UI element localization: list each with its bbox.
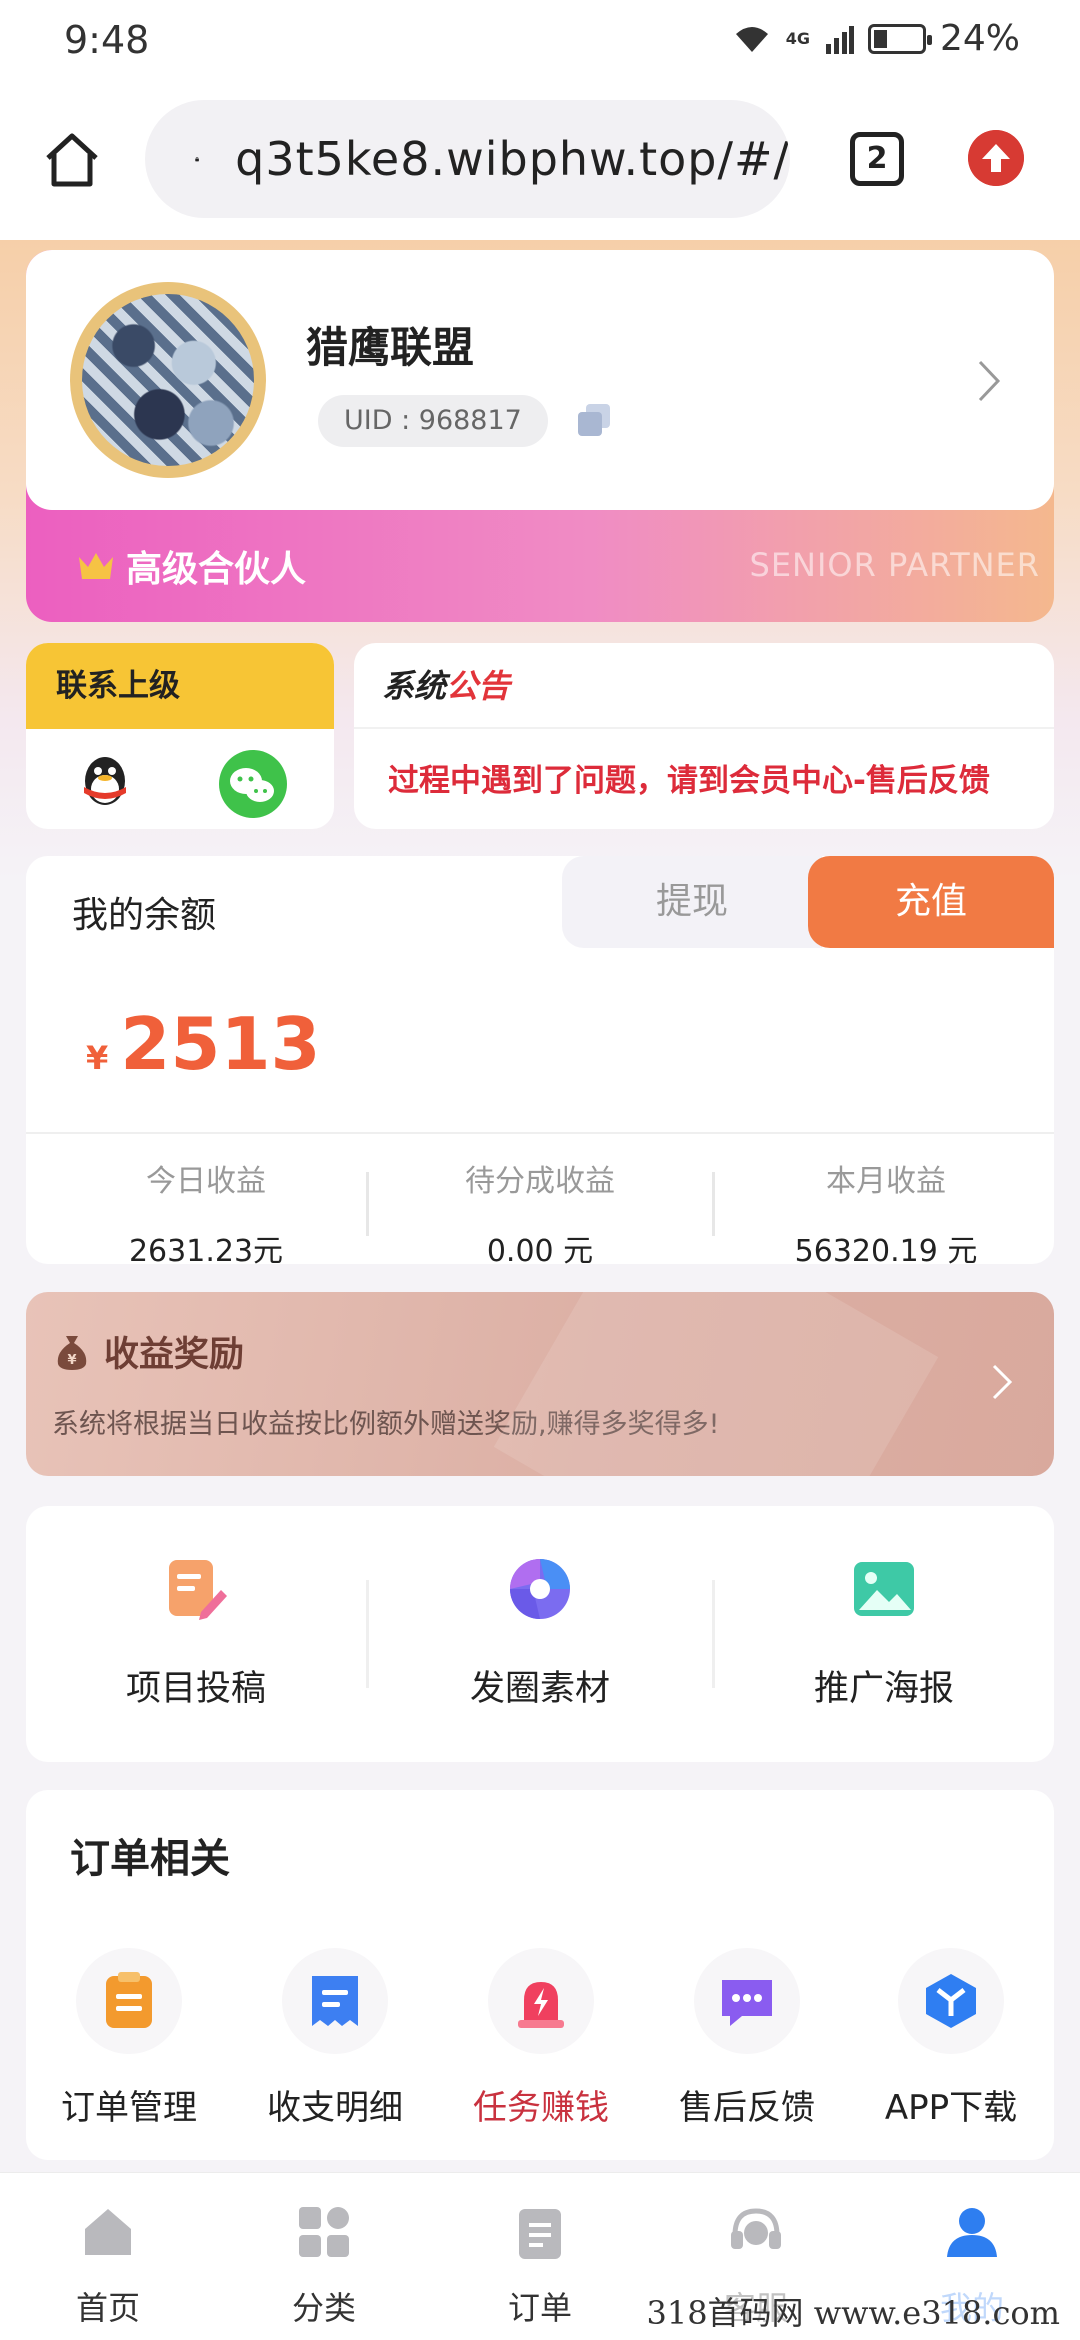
nav-orders[interactable]: 订单: [432, 2203, 648, 2329]
stat-label: 今日收益: [146, 1164, 266, 1199]
chevron-right-icon[interactable]: [990, 1362, 1014, 1402]
nav-home[interactable]: 首页: [0, 2203, 216, 2329]
nav-label: 首页: [75, 2289, 140, 2327]
nav-category[interactable]: 分类: [216, 2203, 432, 2329]
headset-icon: [731, 2208, 781, 2249]
home-icon: [85, 2209, 131, 2255]
browser-toolbar: q3t5ke8.wibphw.top/#/ 2: [0, 80, 1080, 240]
after-sales-feedback[interactable]: 售后反馈: [644, 1948, 850, 2129]
order-management[interactable]: 订单管理: [26, 1948, 232, 2129]
chevron-right-icon[interactable]: [974, 358, 1004, 404]
balance-card: 我的余额 提现 充值 ¥ 2513 今日收益 2631.23元 待分成收益 0.…: [26, 856, 1054, 1264]
stat-pending: 待分成收益 0.00 元: [380, 1156, 700, 1264]
nav-label: 分类: [291, 2289, 356, 2327]
aperture-icon: [510, 1559, 570, 1619]
reward-banner[interactable]: ¥ 收益奖励 系统将根据当日收益按比例额外赠送奖励,赚得多奖得多!: [26, 1292, 1054, 1476]
browser-home-icon[interactable]: [40, 128, 104, 192]
order-item-label: APP下载: [884, 2088, 1018, 2128]
address-bar[interactable]: q3t5ke8.wibphw.top/#/: [145, 100, 790, 218]
stat-value: 2631.23元: [128, 1234, 284, 1264]
order-item-label: 任务赚钱: [473, 2088, 609, 2128]
stat-value: 0.00 元: [486, 1234, 594, 1264]
system-notice-card[interactable]: 系统公告 过程中遇到了问题，请到会员中心-售后反馈: [354, 643, 1054, 829]
order-item-label: 订单管理: [61, 2088, 197, 2128]
status-bar: 9:48 4G 24%: [0, 0, 1080, 80]
grid-icon: [299, 2207, 349, 2257]
status-time: 9:48: [64, 18, 150, 62]
task-earn-money[interactable]: 任务赚钱: [438, 1948, 644, 2129]
money-bag-icon: ¥: [57, 1335, 87, 1370]
image-icon: [854, 1562, 914, 1616]
tool-label: 发圈素材: [469, 1669, 610, 1709]
currency-symbol: ¥: [86, 1039, 109, 1077]
contact-title: 联系上级: [26, 643, 334, 729]
tool-moments-material[interactable]: 发圈素材: [370, 1556, 710, 1711]
rank-english: SENIOR PARTNER: [749, 546, 1040, 584]
bottom-navigation: 首页 分类 订单 客服 我的 318首码网 www.e318.com: [0, 2172, 1080, 2340]
edit-doc-icon: [169, 1560, 227, 1620]
order-item-label: 售后反馈: [679, 2088, 815, 2128]
tool-promo-poster[interactable]: 推广海报: [714, 1556, 1054, 1711]
tool-label: 项目投稿: [125, 1669, 266, 1709]
user-icon: [947, 2208, 997, 2257]
profile-card[interactable]: 猎鹰联盟 UID : 968817: [26, 250, 1054, 510]
wechat-icon[interactable]: [218, 749, 288, 819]
notice-marquee: 过程中遇到了问题，请到会员中心-售后反馈: [388, 763, 990, 799]
qq-icon[interactable]: [70, 747, 140, 817]
divider: [366, 1580, 369, 1688]
url-text: q3t5ke8.wibphw.top/#/: [235, 132, 790, 186]
partner-rank: 高级合伙人: [76, 540, 306, 592]
app-box-icon: [926, 1974, 976, 2028]
balance-title: 我的余额: [72, 895, 217, 936]
balance-value: 2513: [120, 1002, 321, 1086]
uid-badge: UID : 968817: [318, 395, 548, 447]
svg-text:¥: ¥: [67, 1353, 76, 1368]
orders-title: 订单相关: [70, 1836, 230, 1882]
battery-icon: [867, 23, 932, 54]
contact-superior-card: 联系上级: [26, 643, 334, 829]
tabs-button[interactable]: 2: [850, 132, 904, 186]
reward-description: 系统将根据当日收益按比例额外赠送奖励,赚得多奖得多!: [52, 1409, 720, 1440]
divider: [26, 1132, 1054, 1134]
stat-today: 今日收益 2631.23元: [46, 1156, 366, 1264]
income-expense-detail[interactable]: 收支明细: [232, 1948, 438, 2129]
order-list-icon: [106, 1972, 152, 2028]
profile-name: 猎鹰联盟: [306, 323, 475, 372]
bill-icon: [312, 1976, 358, 2026]
avatar[interactable]: [70, 282, 266, 478]
battery-level: 24%: [939, 18, 1020, 59]
stat-value: 56320.19 元: [794, 1234, 978, 1264]
tool-label: 推广海报: [813, 1669, 954, 1709]
nav-label: 订单: [507, 2289, 572, 2327]
tools-card: 项目投稿 发圈素材 推广海报: [26, 1506, 1054, 1762]
clipboard-icon: [519, 2209, 561, 2259]
network-label: 4G: [785, 29, 810, 48]
crown-icon: [79, 553, 113, 579]
stat-month: 本月收益 56320.19 元: [726, 1156, 1046, 1264]
wifi-icon: [735, 26, 768, 52]
lock-icon: [195, 157, 199, 162]
order-item-label: 收支明细: [267, 2088, 403, 2128]
signal-icon: [825, 25, 854, 54]
stat-label: 本月收益: [826, 1164, 946, 1199]
divider: [366, 1172, 369, 1236]
divider: [712, 1172, 715, 1236]
status-icons: 4G 24%: [732, 18, 1020, 59]
stat-label: 待分成收益: [465, 1164, 615, 1199]
recharge-button[interactable]: 充值: [808, 856, 1054, 948]
app-download[interactable]: APP下载: [848, 1948, 1054, 2129]
chat-icon: [722, 1980, 772, 2026]
watermark: 318首码网 www.e318.com: [640, 2288, 1066, 2334]
balance-amount: ¥ 2513: [86, 1002, 321, 1086]
tool-project-submit[interactable]: 项目投稿: [26, 1556, 366, 1711]
reward-title: ¥ 收益奖励: [52, 1326, 244, 1377]
notice-title: 系统公告: [354, 643, 1054, 729]
orders-card: 订单相关 订单管理 收支明细 任务赚钱 售后反馈 APP下载: [26, 1790, 1054, 2160]
withdraw-button[interactable]: 提现: [562, 856, 822, 948]
copy-icon[interactable]: [574, 400, 616, 442]
task-alarm-icon: [518, 1982, 564, 2028]
rank-label: 高级合伙人: [126, 549, 307, 590]
update-icon[interactable]: [968, 130, 1024, 186]
